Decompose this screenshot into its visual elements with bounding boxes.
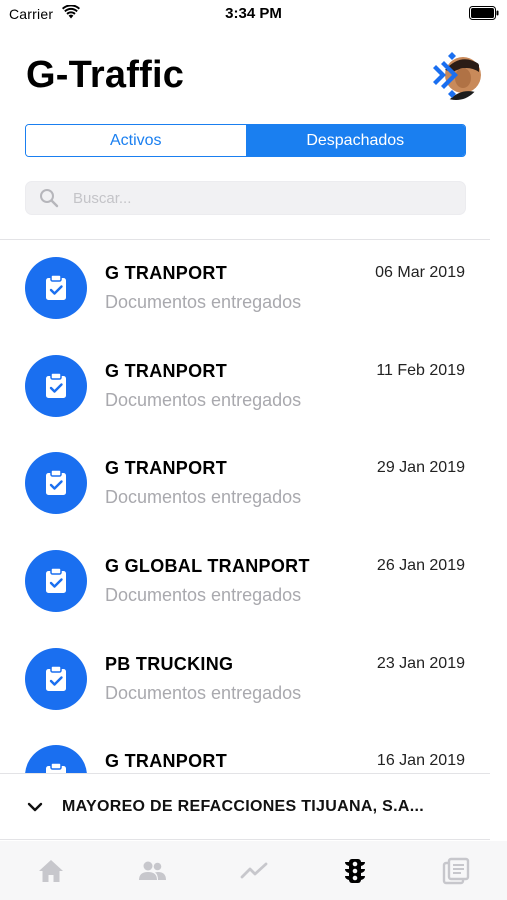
shipment-date: 16 Jan 2019: [376, 752, 465, 770]
shipment-date: 06 Mar 2019: [375, 264, 465, 281]
app-header: G-Traffic: [26, 50, 481, 106]
users-icon: [139, 861, 167, 880]
shipment-status: Documentos entregados: [105, 487, 302, 508]
list-item[interactable]: G TRANPORT 06 Mar 2019 Documentos entreg…: [0, 240, 490, 338]
clipboard-check-icon: [25, 354, 87, 417]
company-name: PB TRUCKING: [105, 653, 234, 674]
company-name: G TRANPORT: [105, 751, 227, 772]
clipboard-check-icon: [25, 550, 87, 613]
documents-icon: [443, 857, 470, 884]
shipment-date: 23 Jan 2019: [376, 654, 465, 672]
home-icon: [38, 859, 63, 882]
tab-trends[interactable]: [203, 841, 304, 900]
chevron-down-icon: [27, 802, 43, 812]
clipboard-check-icon: [25, 257, 87, 319]
company-name: G TRANPORT: [105, 263, 227, 283]
company-name: G TRANPORT: [105, 360, 227, 381]
shipment-date: 11 Feb 2019: [376, 361, 465, 379]
tab-users[interactable]: [101, 841, 202, 900]
client-selector[interactable]: MAYOREO DE REFACCIONES TIJUANA, S.A...: [0, 773, 490, 840]
tab-bar: [0, 841, 507, 900]
search-placeholder: Buscar...: [73, 189, 132, 207]
shipment-status: Documentos entregados: [105, 389, 302, 410]
list-item[interactable]: PB TRUCKING 23 Jan 2019 Documentos entre…: [0, 631, 490, 729]
segment-despachados[interactable]: Despachados: [245, 125, 465, 156]
trending-icon: [240, 862, 267, 878]
list-item[interactable]: G TRANPORT 11 Feb 2019 Documentos entreg…: [0, 338, 490, 436]
shipment-status: Documentos entregados: [105, 585, 302, 606]
search-field[interactable]: Buscar...: [25, 181, 466, 215]
list-item[interactable]: G TRANPORT 29 Jan 2019 Documentos entreg…: [0, 435, 490, 533]
segment-activos[interactable]: Activos: [26, 125, 246, 156]
shipment-date: 26 Jan 2019: [376, 557, 465, 575]
list-item[interactable]: G TRANPORT 16 Jan 2019: [0, 728, 490, 773]
company-name: G GLOBAL TRANPORT: [105, 556, 310, 577]
shipment-list: G TRANPORT 06 Mar 2019 Documentos entreg…: [0, 240, 490, 773]
shipment-status: Documentos entregados: [105, 682, 302, 703]
app-title: G-Traffic: [26, 54, 185, 96]
status-time: 3:34 PM: [225, 5, 282, 22]
clipboard-check-icon: [25, 745, 87, 773]
battery-icon: [469, 6, 499, 20]
clipboard-check-icon: [25, 647, 87, 710]
list-item[interactable]: G GLOBAL TRANPORT 26 Jan 2019 Documentos…: [0, 533, 490, 631]
tab-traffic[interactable]: [304, 841, 405, 900]
client-name: MAYOREO DE REFACCIONES TIJUANA, S.A...: [62, 798, 424, 815]
status-segmented-control: Activos Despachados: [25, 124, 466, 157]
shipment-date: 29 Jan 2019: [376, 459, 465, 477]
clipboard-check-icon: [25, 452, 87, 515]
shipment-status: Documentos entregados: [105, 292, 302, 312]
company-name: G TRANPORT: [105, 458, 227, 479]
user-avatar[interactable]: [431, 50, 481, 100]
tab-documents[interactable]: [406, 841, 507, 900]
tab-home[interactable]: [0, 841, 101, 900]
search-icon: [40, 189, 59, 208]
status-bar: Carrier 3:34 PM: [0, 0, 507, 28]
traffic-light-icon: [344, 858, 365, 883]
